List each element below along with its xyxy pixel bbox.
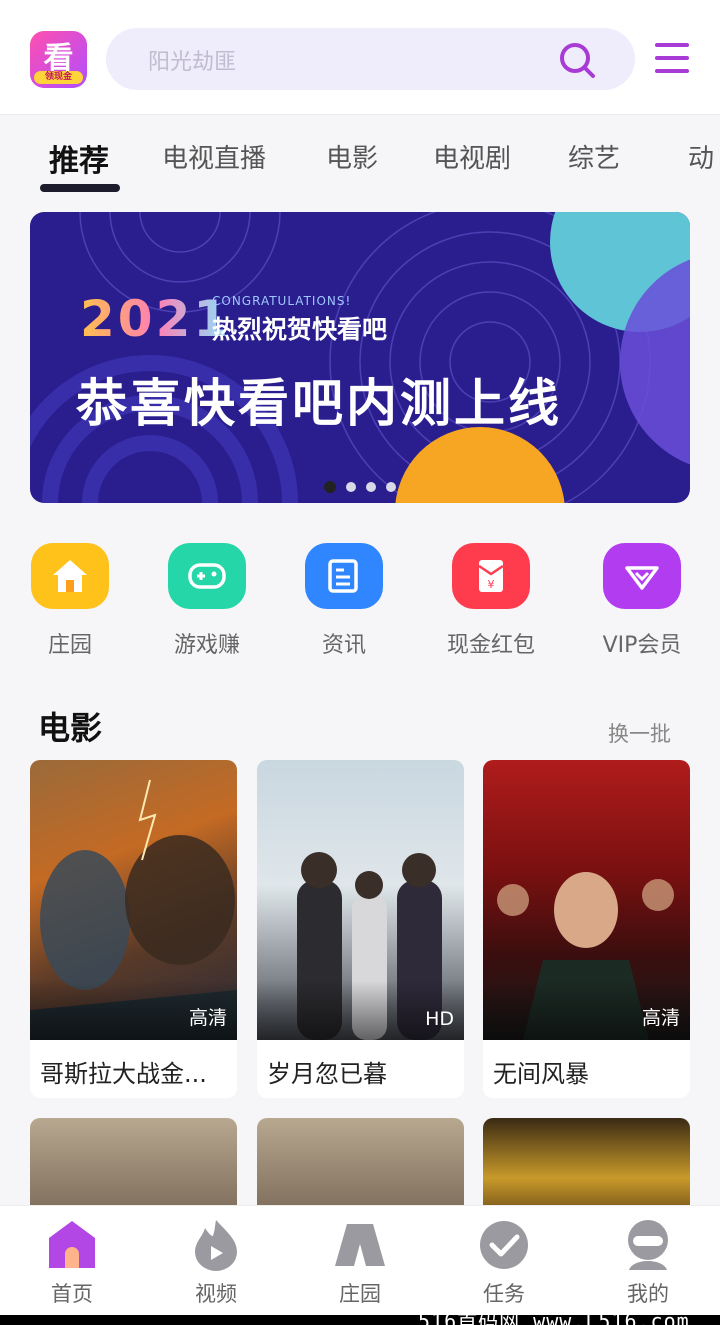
section-title: 电影 — [38, 709, 103, 747]
movie-title: 哥斯拉大战金... — [40, 1060, 207, 1088]
nav-task[interactable]: 任务 — [454, 1218, 554, 1308]
nav-label: 庄园 — [339, 1282, 381, 1306]
flame-play-icon — [189, 1218, 243, 1272]
quick-link-news[interactable]: 资讯 — [274, 543, 414, 659]
house-icon — [31, 543, 109, 609]
nav-video[interactable]: 视频 — [166, 1218, 266, 1308]
movie-card[interactable] — [30, 1118, 237, 1218]
movie-poster — [483, 1118, 690, 1218]
tab-movie[interactable]: 电影 — [326, 138, 378, 175]
movie-poster — [30, 1118, 237, 1218]
menu-icon[interactable] — [654, 40, 690, 76]
banner-year: 2021 — [80, 290, 232, 348]
tab-recommend[interactable]: 推荐 — [49, 136, 109, 180]
quick-link-farm[interactable]: 庄园 — [0, 543, 140, 659]
quick-link-label: 资讯 — [321, 633, 366, 658]
search-icon[interactable] — [557, 40, 597, 80]
tab-variety[interactable]: 综艺 — [568, 138, 620, 175]
nav-profile[interactable]: 我的 — [598, 1218, 698, 1308]
farm-icon — [333, 1218, 387, 1272]
nav-label: 我的 — [627, 1282, 669, 1306]
banner-dot[interactable] — [366, 482, 376, 492]
movie-card[interactable] — [483, 1118, 690, 1218]
quick-link-label: 庄园 — [47, 633, 92, 658]
logo-badge: 领现金 — [34, 71, 83, 84]
watermark: 516首码网 www.L516.com — [418, 1309, 690, 1325]
movie-title: 岁月忽已暮 — [267, 1060, 387, 1088]
search-input[interactable]: 阳光劫匪 — [106, 28, 635, 90]
tab-anime[interactable]: 动 — [688, 138, 714, 175]
quick-links: 庄园 游戏赚 资讯 ¥ 现金红包 VIP会员 — [0, 543, 720, 663]
search-placeholder: 阳光劫匪 — [148, 50, 237, 75]
diamond-icon — [603, 543, 681, 609]
top-header: 看 领现金 阳光劫匪 — [0, 0, 720, 115]
quick-link-game[interactable]: 游戏赚 — [137, 543, 277, 659]
movie-title: 无间风暴 — [493, 1060, 589, 1088]
promo-banner[interactable]: 2021 CONGRATULATIONS! 热烈祝贺快看吧 恭喜快看吧内测上线 — [30, 212, 690, 503]
nav-label: 首页 — [51, 1282, 93, 1306]
home-icon — [45, 1218, 99, 1272]
quick-link-label: 现金红包 — [446, 633, 535, 658]
svg-text:¥: ¥ — [488, 578, 495, 591]
profile-icon — [621, 1218, 675, 1272]
quality-badge: 高清 — [641, 1007, 680, 1029]
news-icon — [305, 543, 383, 609]
active-tab-indicator — [40, 184, 120, 192]
banner-dot[interactable] — [324, 481, 336, 493]
quality-badge: HD — [425, 1008, 454, 1030]
banner-dot[interactable] — [386, 482, 396, 492]
banner-decoration — [30, 212, 690, 503]
tab-tv-live[interactable]: 电视直播 — [162, 138, 266, 175]
nav-farm[interactable]: 庄园 — [310, 1218, 410, 1308]
movie-card[interactable]: 高清 无间风暴 — [483, 760, 690, 1098]
quick-link-red-envelope[interactable]: ¥ 现金红包 — [421, 543, 561, 659]
movie-poster: 高清 — [483, 760, 690, 1040]
nav-label: 任务 — [483, 1282, 525, 1306]
app-logo[interactable]: 看 领现金 — [30, 31, 87, 88]
check-circle-icon — [477, 1218, 531, 1272]
tab-tv-series[interactable]: 电视剧 — [433, 138, 511, 175]
quick-link-vip[interactable]: VIP会员 — [572, 543, 712, 659]
category-tabs: 推荐 电视直播 电影 电视剧 综艺 动 — [0, 116, 720, 196]
movie-poster — [257, 1118, 464, 1218]
bottom-nav: 首页 视频 庄园 任务 我的 — [0, 1205, 720, 1315]
nav-label: 视频 — [195, 1282, 237, 1306]
quick-link-label: VIP会员 — [602, 633, 682, 658]
movie-poster: HD — [257, 760, 464, 1040]
banner-subtitle: 热烈祝贺快看吧 — [212, 315, 388, 344]
movie-card[interactable] — [257, 1118, 464, 1218]
movie-card[interactable]: HD 岁月忽已暮 — [257, 760, 464, 1098]
movie-card[interactable]: 高清 哥斯拉大战金... — [30, 760, 237, 1098]
gamepad-icon — [168, 543, 246, 609]
quality-badge: 高清 — [188, 1007, 227, 1029]
refresh-batch-button[interactable]: 换一批 — [608, 718, 671, 748]
red-envelope-icon: ¥ — [452, 543, 530, 609]
banner-dot[interactable] — [346, 482, 356, 492]
nav-home[interactable]: 首页 — [22, 1218, 122, 1308]
banner-headline: 恭喜快看吧内测上线 — [76, 375, 563, 434]
quick-link-label: 游戏赚 — [173, 633, 240, 658]
banner-congrats: CONGRATULATIONS! — [212, 294, 352, 308]
movie-poster: 高清 — [30, 760, 237, 1040]
